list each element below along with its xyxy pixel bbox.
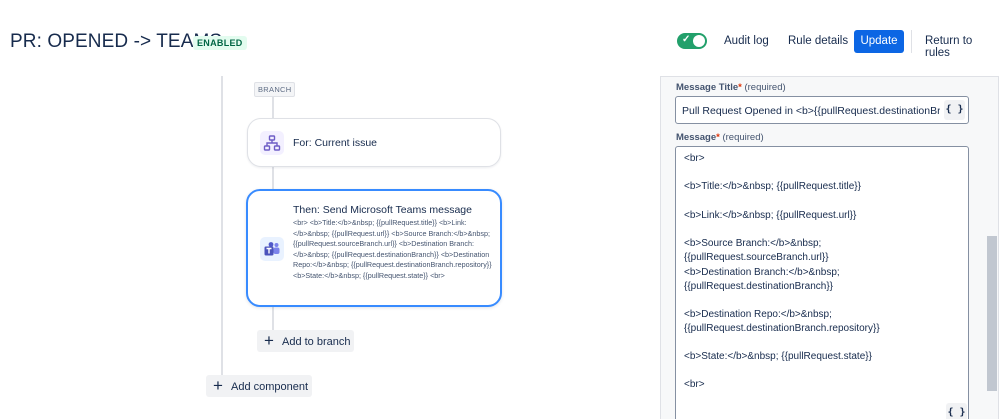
message-line: {{pullRequest.destinationBranch.reposito… [684, 323, 880, 334]
plus-icon: + [264, 331, 274, 350]
message-line: <b>Destination Repo:</b>&nbsp; [684, 309, 832, 320]
header-divider [911, 30, 912, 53]
rule-details-button[interactable]: Rule details [788, 35, 848, 47]
audit-log-button[interactable]: Audit log [724, 35, 769, 47]
message-textarea[interactable]: <br> <b>Title:</b>&nbsp; {{pullRequest.t… [675, 146, 969, 419]
message-line: <b>Destination Branch:</b>&nbsp; [684, 267, 840, 278]
message-line: <b>Link:</b>&nbsp; {{pullRequest.url}} [684, 210, 857, 221]
message-title-required: (required) [744, 82, 786, 93]
flow-connector-main [221, 76, 223, 376]
rule-enabled-toggle[interactable]: ✓ [677, 33, 707, 49]
message-title-input[interactable]: Pull Request Opened in <b>{{pullRequest.… [675, 96, 969, 124]
add-component-label: Add component [231, 381, 309, 393]
status-badge: ENABLED [193, 36, 247, 50]
condition-label: For: Current issue [293, 137, 378, 149]
check-icon: ✓ [682, 34, 691, 45]
panel-scrollbar[interactable] [987, 236, 997, 391]
message-line: {{pullRequest.destinationBranch}} [684, 281, 834, 292]
return-to-rules-button[interactable]: Return to rules [925, 35, 999, 59]
add-component-button[interactable]: + Add component [206, 375, 312, 397]
message-label: Message* (required) [676, 132, 764, 143]
condition-card[interactable]: For: Current issue [247, 118, 501, 167]
message-line: <br> [684, 153, 705, 164]
branch-label: BRANCH [254, 82, 296, 97]
message-label-text: Message [676, 132, 717, 143]
page-title: PR: OPENED -> TEAMS [10, 31, 223, 52]
action-title: Then: Send Microsoft Teams message [293, 204, 472, 216]
add-to-branch-label: Add to branch [282, 336, 351, 348]
branch-hierarchy-icon [260, 131, 284, 155]
message-line: <b>Source Branch:</b>&nbsp; {{pullReques… [684, 238, 829, 263]
message-line: <b>Title:</b>&nbsp; {{pullRequest.title}… [684, 181, 861, 192]
message-required: (required) [722, 132, 764, 143]
microsoft-teams-icon [260, 237, 284, 261]
message-title-label-text: Message Title [676, 82, 739, 93]
update-button[interactable]: Update [854, 30, 904, 53]
add-to-branch-button[interactable]: + Add to branch [257, 330, 354, 352]
rule-header: PR: OPENED -> TEAMS ENABLED ✓ Audit log … [0, 0, 999, 76]
teams-action-card[interactable]: Then: Send Microsoft Teams message <br> … [246, 189, 502, 307]
smart-value-button[interactable]: { } [946, 403, 967, 419]
action-message-preview: <br> <b>Title:</b>&nbsp; {{pullRequest.t… [293, 218, 492, 280]
message-line: <br> [684, 379, 705, 390]
message-title-label: Message Title* (required) [676, 82, 786, 93]
message-line: <b>State:</b>&nbsp; {{pullRequest.state}… [684, 351, 872, 362]
message-title-value: Pull Request Opened in <b>{{pullRequest.… [682, 105, 940, 117]
toggle-knob [693, 35, 705, 47]
plus-icon: + [213, 376, 223, 395]
smart-value-button[interactable]: { } [944, 100, 965, 120]
